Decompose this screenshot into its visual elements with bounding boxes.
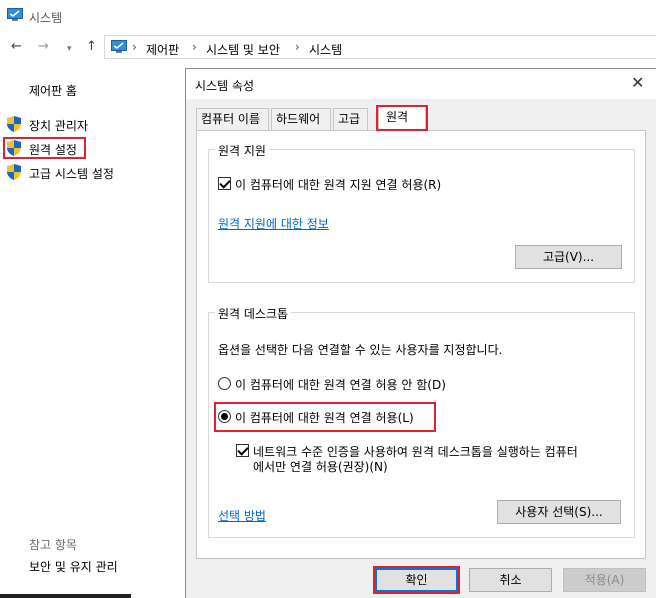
remote-desktop-group-label: 원격 데스크톱 (215, 305, 292, 322)
allow-remote-assistance-label[interactable]: 이 컴퓨터에 대한 원격 지원 연결 허용(R) (235, 176, 441, 193)
recent-locations-chevron-icon[interactable]: ▾ (67, 42, 72, 56)
tab-computer-name[interactable]: 컴퓨터 이름 (196, 108, 269, 130)
chevron-right-icon[interactable]: › (132, 40, 137, 54)
highlight-box (376, 105, 428, 131)
sidebar-item-security-maintenance[interactable]: 보안 및 유지 관리 (29, 558, 118, 575)
sidebar-control-panel-home[interactable]: 제어판 홈 (29, 82, 77, 99)
allow-remote-assistance-checkbox[interactable] (218, 177, 231, 190)
tab-advanced[interactable]: 고급 (333, 108, 368, 130)
dialog-titlebar: 시스템 속성 ✕ (186, 69, 656, 99)
tab-hardware[interactable]: 하드웨어 (271, 108, 331, 130)
nla-only-label-line2[interactable]: 에서만 연결 허용(권장)(N) (253, 458, 388, 475)
uac-shield-icon (7, 164, 21, 180)
close-icon[interactable]: ✕ (631, 73, 644, 92)
nla-only-checkbox[interactable] (236, 444, 249, 457)
highlight-box (373, 566, 460, 594)
taskbar-edge (0, 594, 131, 598)
remote-assistance-info-link[interactable]: 원격 지원에 대한 정보 (218, 215, 329, 232)
sidebar-item-advanced-system-settings[interactable]: 고급 시스템 설정 (29, 165, 114, 182)
cancel-button[interactable]: 취소 (469, 568, 552, 592)
breadcrumb-system[interactable]: 시스템 (309, 41, 342, 58)
advanced-button[interactable]: 고급(V)... (515, 245, 622, 269)
back-arrow-icon[interactable]: ← (11, 40, 22, 54)
sidebar-item-device-manager[interactable]: 장치 관리자 (29, 117, 88, 134)
system-monitor-icon (7, 8, 23, 21)
help-me-choose-link[interactable]: 선택 방법 (218, 507, 266, 524)
deny-remote-connection-radio[interactable] (218, 377, 231, 390)
remote-desktop-description: 옵션을 선택한 다음 연결할 수 있는 사용자를 지정합니다. (218, 343, 503, 357)
window-titlebar: 시스템 (0, 0, 656, 32)
address-bar[interactable]: › 제어판 › 시스템 및 보안 › 시스템 (104, 35, 656, 59)
breadcrumb-system-security[interactable]: 시스템 및 보안 (206, 41, 280, 58)
highlight-box (214, 402, 436, 432)
control-panel-icon (111, 40, 127, 53)
chevron-right-icon[interactable]: › (192, 40, 197, 54)
deny-remote-connection-label[interactable]: 이 컴퓨터에 대한 원격 연결 허용 안 함(D) (235, 376, 446, 393)
select-users-button[interactable]: 사용자 선택(S)... (497, 500, 621, 524)
forward-arrow-icon[interactable]: → (38, 40, 49, 54)
breadcrumb-control-panel[interactable]: 제어판 (146, 41, 179, 58)
chevron-right-icon[interactable]: › (295, 40, 300, 54)
window-title: 시스템 (29, 11, 63, 25)
see-also-title: 참고 항목 (29, 538, 77, 552)
up-arrow-icon[interactable]: ↑ (86, 40, 97, 54)
highlight-box (3, 137, 86, 159)
uac-shield-icon (7, 116, 21, 132)
dialog-title: 시스템 속성 (195, 79, 255, 93)
apply-button[interactable]: 적용(A) (563, 568, 646, 592)
remote-assistance-group-label: 원격 지원 (215, 142, 269, 159)
